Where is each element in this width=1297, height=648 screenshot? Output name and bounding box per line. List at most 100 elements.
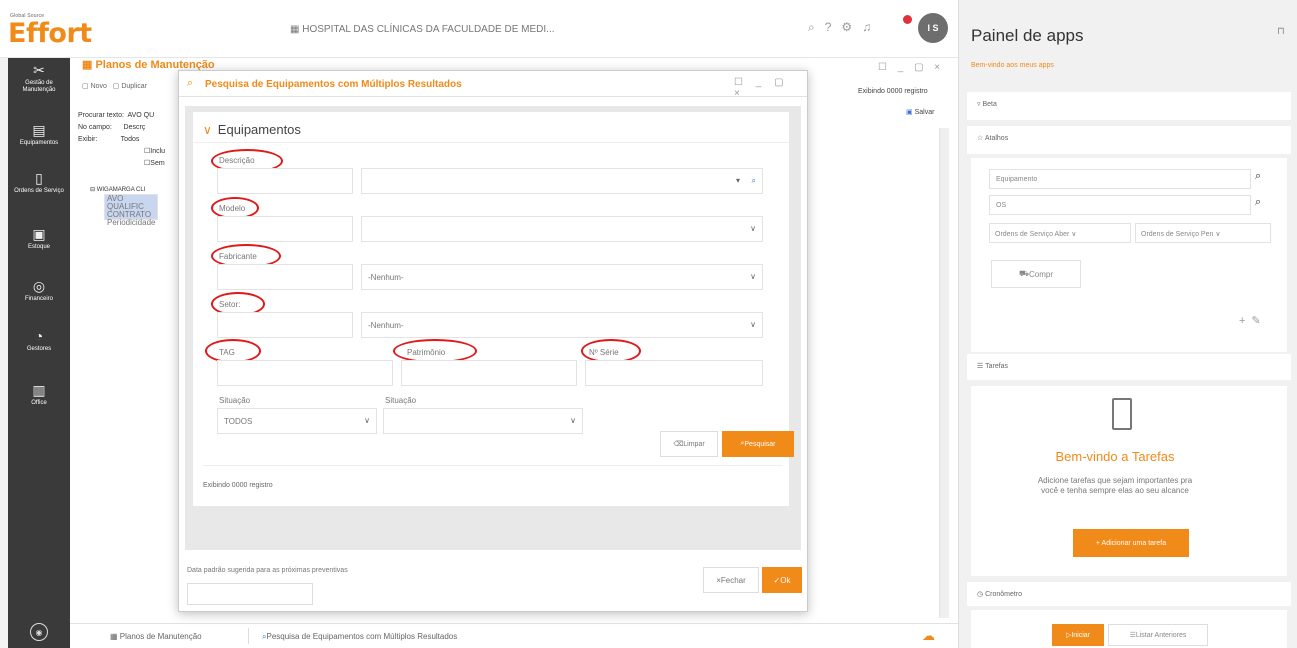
header-icons: ⌕ ? ⚙ ♫ [808, 20, 871, 35]
gear-icon[interactable]: ⚙ [841, 20, 852, 35]
section-header[interactable]: ∨ Equipamentos [203, 122, 301, 137]
divider [248, 628, 249, 644]
plan-tree: ⊟ WIGAMARGA CLI AVO QUALIFIC CONTRATO Peri… [90, 186, 159, 227]
search-icon[interactable]: ⌕ [1255, 196, 1261, 209]
duplicate-button[interactable]: ▢ Duplicar [113, 83, 147, 90]
search-icon: ⌕ [187, 77, 194, 89]
apps-panel-title: Painel de apps [971, 26, 1084, 45]
clock-icon: ◷ [977, 591, 986, 598]
chevron-down-icon: ▾ [735, 176, 740, 185]
tree-root[interactable]: ⊟ WIGAMARGA CLI [90, 186, 145, 194]
nav-item-gestao[interactable]: ✂ Gestão de Manutenção [8, 62, 70, 94]
start-timer-button[interactable]: ▷ Iniciar [1052, 624, 1104, 646]
section-beta[interactable]: ▿ Beta [967, 92, 1291, 120]
nav-item-gestores[interactable]: ◔ Gestores [8, 328, 70, 353]
modal-window-controls[interactable]: ☐ _ ▢ × [734, 77, 807, 99]
edit-icon[interactable]: ✎ [1251, 315, 1266, 327]
modal-body: ∨ Equipamentos Descrição ▾ ⌕ Modelo ∨ Fab… [185, 106, 801, 550]
top-bar: Global Source Effort ▦ HOSPITAL DAS CLÍN… [0, 0, 958, 58]
modal-header: ⌕ Pesquisa de Equipamentos com Múltiplos… [179, 71, 807, 99]
shortcut-actions[interactable]: +✎ [1239, 314, 1267, 327]
setor-code-input[interactable] [217, 312, 353, 338]
save-button[interactable]: ▣ Salvar [906, 108, 934, 116]
label-situacao-2: Situação [385, 396, 417, 405]
descricao-select[interactable]: ▾ ⌕ [361, 168, 763, 194]
calendar-icon: ▦ [82, 59, 96, 71]
nav-item-estoque[interactable]: ▣ Estoque [8, 226, 70, 251]
check-icon: ✓ [773, 575, 781, 585]
ok-button[interactable]: ✓ Ok [762, 567, 802, 593]
left-nav: ✂ Gestão de Manutenção ▤ Equipamentos ▯ Ord… [8, 58, 70, 648]
date-input[interactable] [187, 583, 313, 605]
serie-input[interactable] [585, 360, 763, 386]
window-controls[interactable]: ☐ _ ▢ × [878, 62, 944, 73]
avatar[interactable]: I S [918, 13, 948, 43]
os-open-select[interactable]: Ordens de Serviço Aber ∨ [989, 223, 1131, 243]
pin-icon[interactable]: ⊓ [1277, 26, 1285, 37]
os-pending-select[interactable]: Ordens de Serviço Pen ∨ [1135, 223, 1271, 243]
search-icon[interactable]: ⌕ [752, 176, 756, 186]
tab-pesquisa[interactable]: ⌕Pesquisa de Equipamentos com Múltiplos … [262, 632, 457, 642]
gauge-icon: ◔ [34, 328, 44, 344]
chevron-down-icon: ∨ [570, 416, 576, 425]
modelo-code-input[interactable] [217, 216, 353, 242]
clipboard-check-icon [1112, 398, 1132, 430]
search-icon[interactable]: ⌕ [1255, 170, 1261, 183]
equipment-icon: ▤ [32, 122, 46, 138]
nav-item-os[interactable]: ▯ Ordens de Serviço [8, 170, 70, 195]
tag-input[interactable] [217, 360, 393, 386]
add-task-button[interactable]: + Adicionar uma tarefa [1073, 529, 1189, 557]
tree-node-selected[interactable]: AVO QUALIFIC CONTRATO Periodicidade [104, 194, 159, 227]
new-button[interactable]: ▢ Novo [82, 83, 107, 90]
scrollbar[interactable] [939, 128, 949, 618]
apps-welcome: Bem-vindo aos meus apps [971, 62, 1054, 69]
user-status-icon[interactable]: ◉ [30, 623, 48, 641]
cart-icon: ⛟ [1018, 269, 1030, 278]
toolbar: ▢ Novo ▢ Duplicar [82, 82, 147, 90]
fabricante-code-input[interactable] [217, 264, 353, 290]
plus-icon[interactable]: + [1239, 315, 1251, 327]
tab-planos[interactable]: ▦ Planos de Manutenção [110, 632, 202, 641]
help-icon[interactable]: ? [825, 20, 832, 35]
chevron-down-icon: ∨ [203, 123, 212, 137]
calendar-icon: ▦ [110, 632, 120, 641]
modelo-select[interactable]: ∨ [361, 216, 763, 242]
checkbox-without[interactable]: ☐Sem [78, 158, 165, 170]
building-icon: ▦ [290, 24, 303, 35]
list-previous-button[interactable]: ☰ Listar Anteriores [1108, 624, 1208, 646]
bell-icon[interactable]: ♫ [862, 20, 871, 35]
equipment-shortcut-input[interactable]: Equipamento [989, 169, 1251, 189]
chat-icon[interactable]: ☁ [922, 628, 935, 644]
setor-select[interactable]: -Nenhum- ∨ [361, 312, 763, 338]
search-icon[interactable]: ⌕ [808, 20, 815, 35]
patrimonio-input[interactable] [401, 360, 577, 386]
label-situacao: Situação [219, 396, 251, 405]
section-cronometro[interactable]: ◷ Cronômetro [967, 582, 1291, 606]
divider [193, 142, 789, 143]
record-count: Exibindo 0000 registro [858, 88, 928, 95]
nav-item-financeiro[interactable]: ◎ Financeiro [8, 278, 70, 303]
field-select[interactable]: Descrç [124, 124, 146, 131]
situacao-2-select[interactable]: ∨ [383, 408, 583, 434]
close-button[interactable]: × Fechar [703, 567, 759, 593]
buy-button[interactable]: ⛟ Compr [991, 260, 1081, 288]
checkbox-include[interactable]: ☐Inclu [78, 146, 165, 158]
os-shortcut-input[interactable]: OS [989, 195, 1251, 215]
nav-item-equipamentos[interactable]: ▤ Equipamentos [8, 122, 70, 147]
descricao-code-input[interactable] [217, 168, 353, 194]
section-atalhos[interactable]: ☆ Atalhos [967, 126, 1291, 154]
clear-button[interactable]: ⌫ Limpar [660, 431, 718, 457]
equipment-panel: ∨ Equipamentos Descrição ▾ ⌕ Modelo ∨ Fab… [193, 112, 794, 506]
list-icon: ☰ [977, 363, 986, 370]
app-logo[interactable]: Effort [8, 18, 92, 49]
nav-item-office[interactable]: ▥ Office [8, 382, 70, 407]
wrench-icon: ✂ [33, 62, 45, 78]
header-title: ▦ HOSPITAL DAS CLÍNICAS DA FACULDADE DE … [290, 24, 555, 35]
situacao-select[interactable]: TODOS ∨ [217, 408, 377, 434]
search-text-input[interactable]: AVO QU [127, 112, 154, 119]
section-tarefas[interactable]: ☰ Tarefas [967, 354, 1291, 380]
search-button[interactable]: ⌕ Pesquisar [722, 431, 794, 457]
fabricante-select[interactable]: -Nenhum- ∨ [361, 264, 763, 290]
show-select[interactable]: Todos [121, 136, 140, 143]
eraser-icon: ⌫ [673, 441, 684, 448]
